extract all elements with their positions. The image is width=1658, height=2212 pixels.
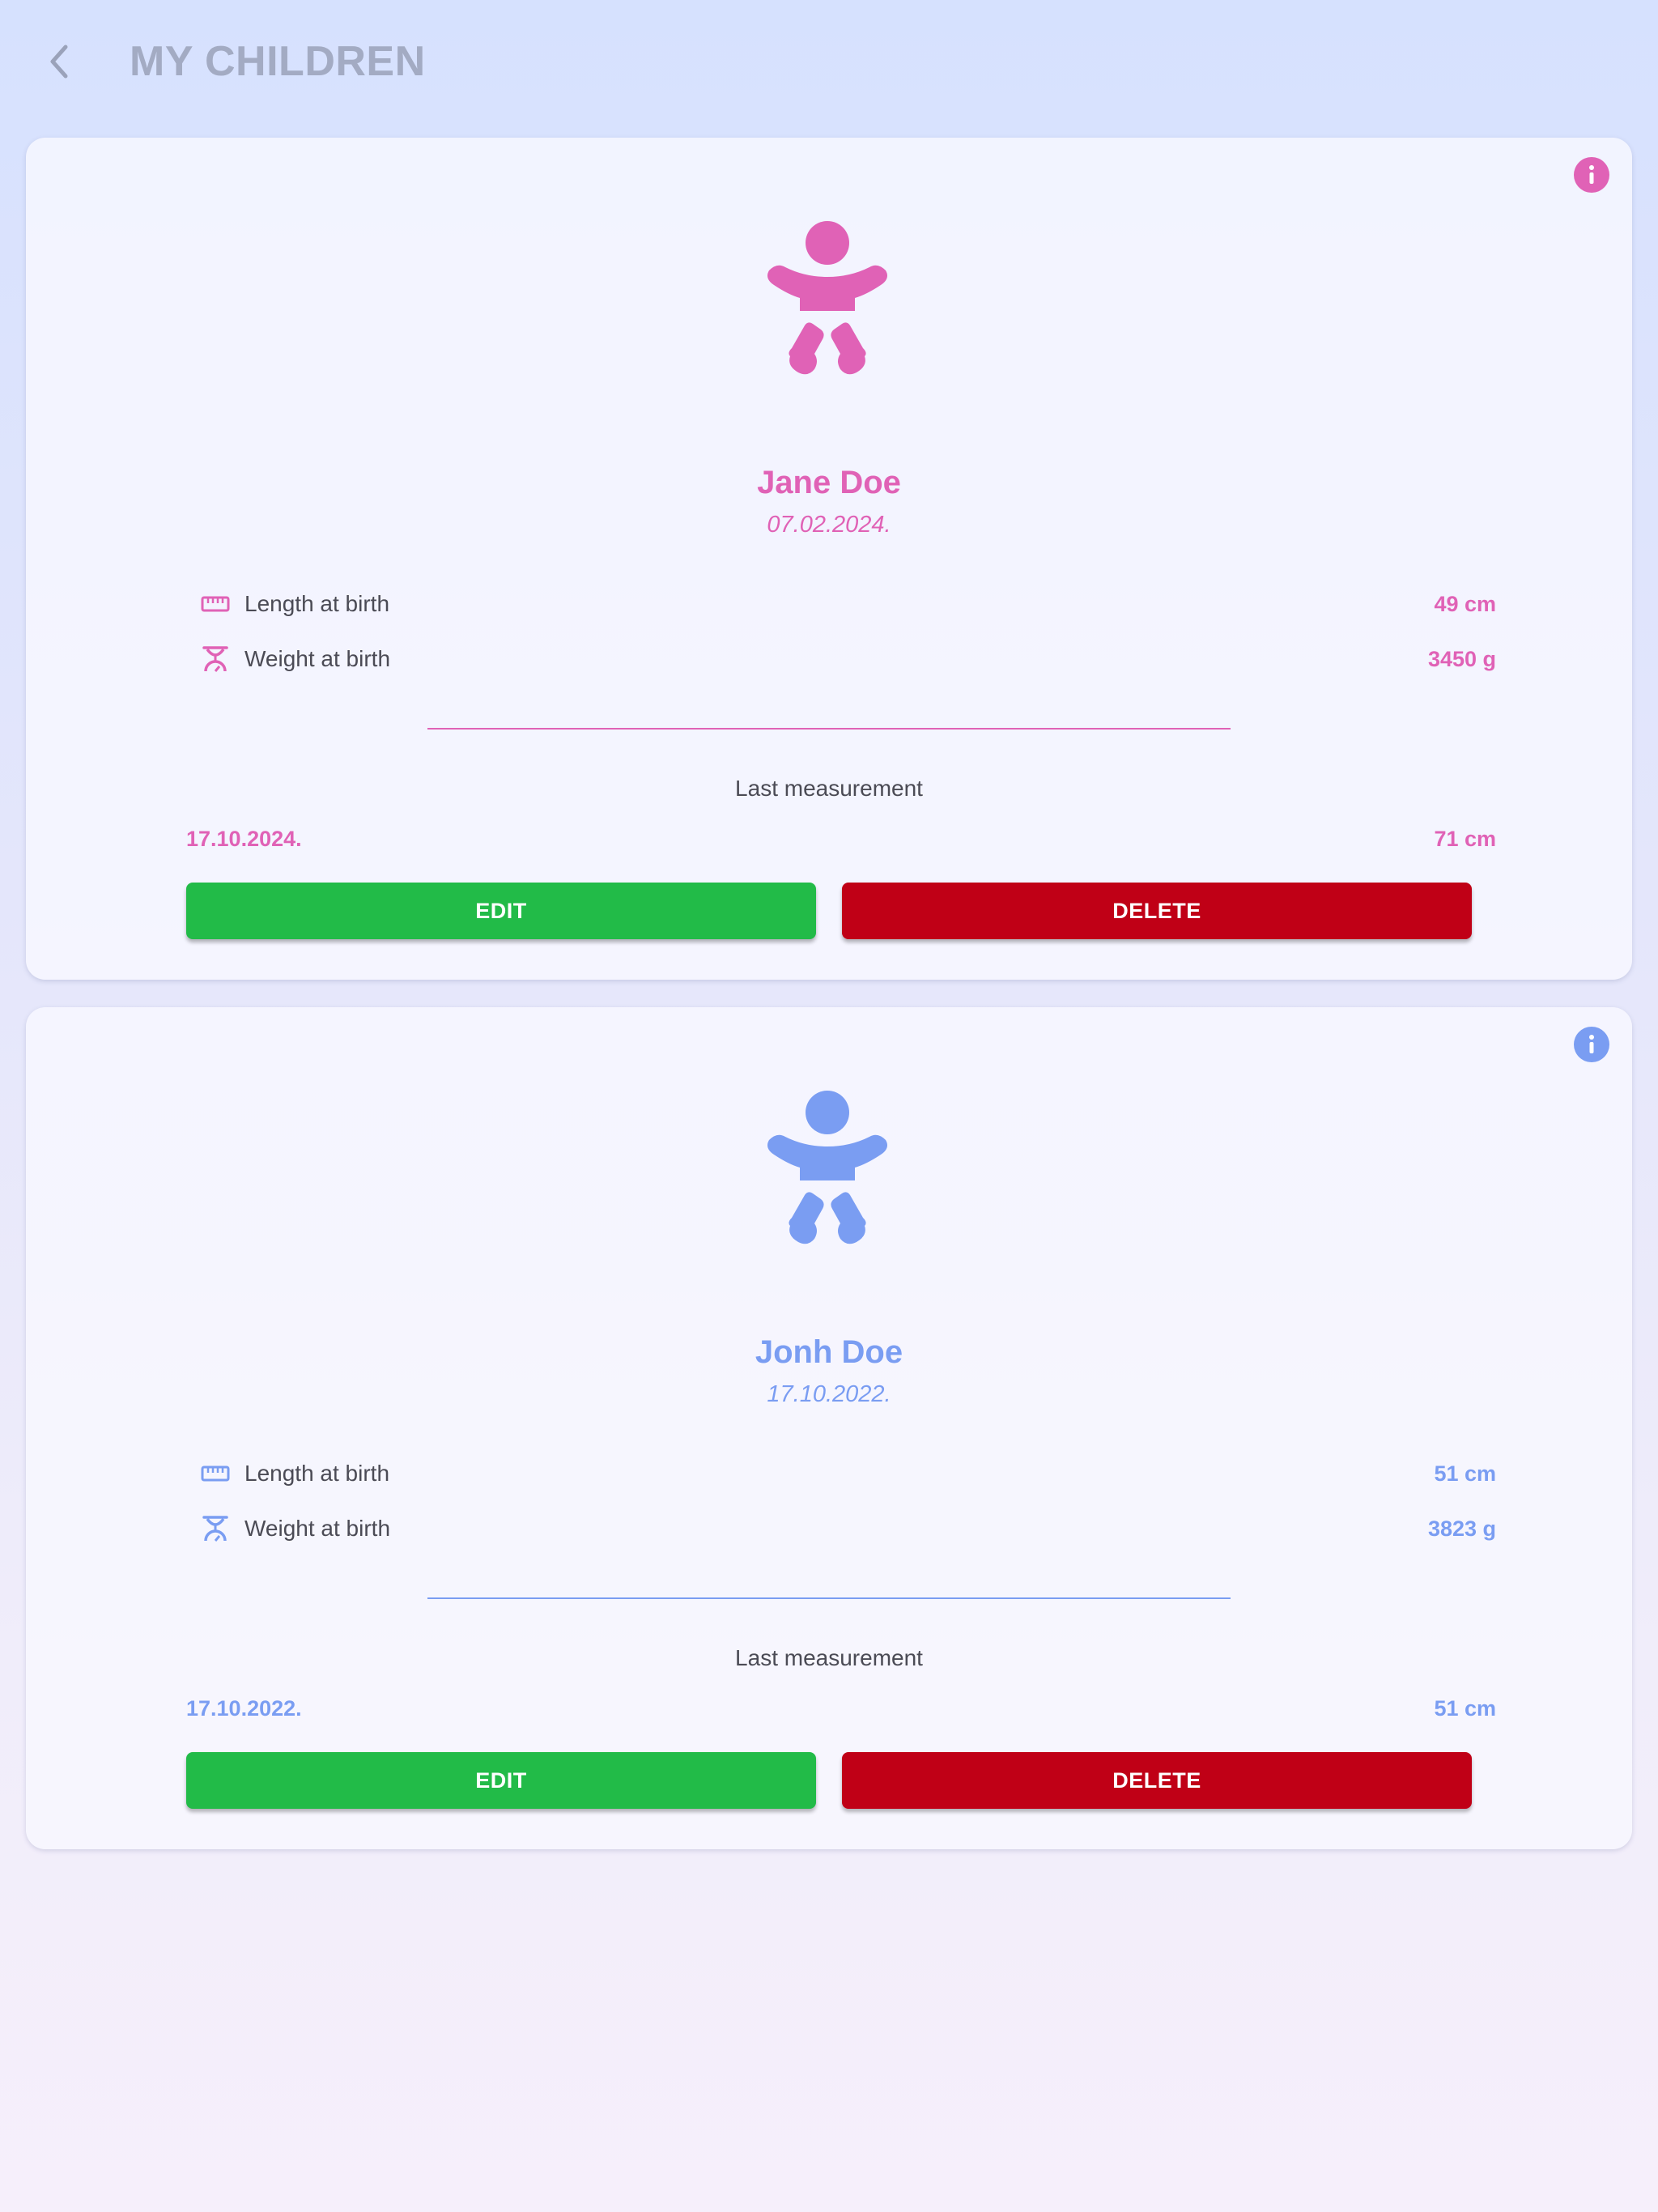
child-card: Jonh Doe 17.10.2022. Length at birth 51 … [26,1007,1632,1849]
info-glyph [1589,165,1594,184]
length-at-birth-value: 49 cm [1434,591,1496,616]
edit-button[interactable]: EDIT [186,1752,816,1809]
child-card: Jane Doe 07.02.2024. Length at birth 49 … [26,138,1632,980]
ruler-icon [198,586,233,622]
weight-at-birth-value: 3450 g [1427,646,1496,671]
last-measurement-row: 17.10.2022. 51 cm [186,1694,1496,1723]
child-birth-date: 17.10.2022. [767,1381,891,1407]
child-name: Jonh Doe [755,1334,903,1370]
scale-icon [198,641,233,677]
last-measurement-row: 17.10.2024. 71 cm [186,824,1496,853]
length-at-birth-label: Length at birth [244,591,390,616]
info-icon[interactable] [1574,1027,1609,1062]
baby-icon [767,1091,887,1244]
length-at-birth-label: Length at birth [244,1461,390,1486]
weight-at-birth-label: Weight at birth [244,1516,391,1541]
length-at-birth-value: 51 cm [1434,1461,1496,1486]
weight-at-birth-row: Weight at birth 3823 g [198,1511,1496,1546]
last-measurement-date: 17.10.2024. [186,827,302,851]
length-at-birth-row: Length at birth 49 cm [198,586,1496,622]
edit-button[interactable]: EDIT [186,883,816,939]
baby-icon [767,221,887,375]
last-measurement-label: Last measurement [735,776,923,801]
app-header: MY CHILDREN [0,0,1658,121]
last-measurement-value: 51 cm [1434,1696,1496,1721]
last-measurement-date: 17.10.2022. [186,1696,302,1721]
delete-button[interactable]: DELETE [842,1752,1472,1809]
chevron-left-icon [50,45,68,79]
delete-button[interactable]: DELETE [842,883,1472,939]
page-title: MY CHILDREN [130,38,426,85]
scale-icon [198,1511,233,1546]
info-glyph [1589,1035,1594,1053]
child-name: Jane Doe [757,465,901,500]
ruler-icon [198,1456,233,1491]
weight-at-birth-row: Weight at birth 3450 g [198,641,1496,677]
divider [427,728,1231,730]
back-button[interactable] [36,36,81,87]
last-measurement-value: 71 cm [1434,827,1496,851]
info-icon[interactable] [1574,157,1609,193]
divider [427,1597,1231,1599]
weight-at-birth-value: 3823 g [1427,1516,1496,1541]
last-measurement-label: Last measurement [735,1645,923,1670]
child-birth-date: 07.02.2024. [767,512,891,538]
weight-at-birth-label: Weight at birth [244,646,391,671]
length-at-birth-row: Length at birth 51 cm [198,1456,1496,1491]
